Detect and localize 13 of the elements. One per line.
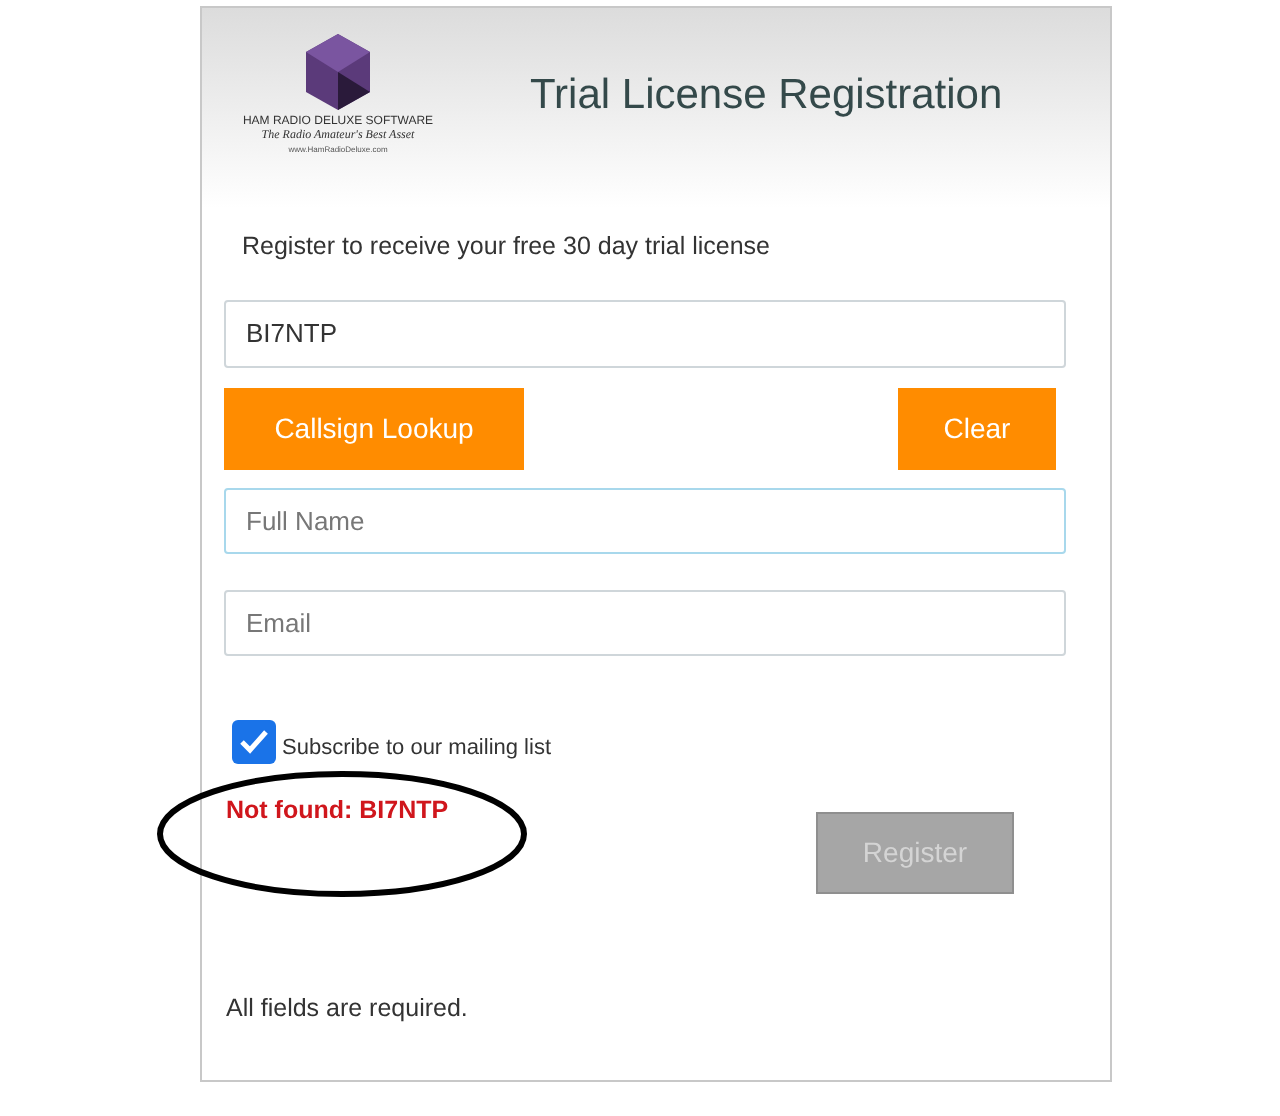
- error-message: Not found: BI7NTP: [226, 794, 449, 829]
- check-icon: [238, 728, 270, 756]
- subscribe-checkbox[interactable]: [232, 720, 276, 764]
- page-title: Trial License Registration: [530, 70, 1003, 122]
- callsign-field[interactable]: BI7NTP: [224, 299, 1066, 368]
- subscribe-label: Subscribe to our mailing list: [282, 733, 552, 764]
- clear-button[interactable]: Clear: [898, 387, 1056, 470]
- cube-logo-icon: [304, 32, 372, 112]
- email-field[interactable]: Email: [224, 589, 1066, 656]
- full-name-field[interactable]: Full Name: [224, 487, 1066, 554]
- lookup-button[interactable]: Callsign Lookup: [224, 387, 524, 470]
- footer-note: All fields are required.: [226, 992, 470, 1027]
- intro-text: Register to receive your free 30 day trial license: [242, 230, 773, 264]
